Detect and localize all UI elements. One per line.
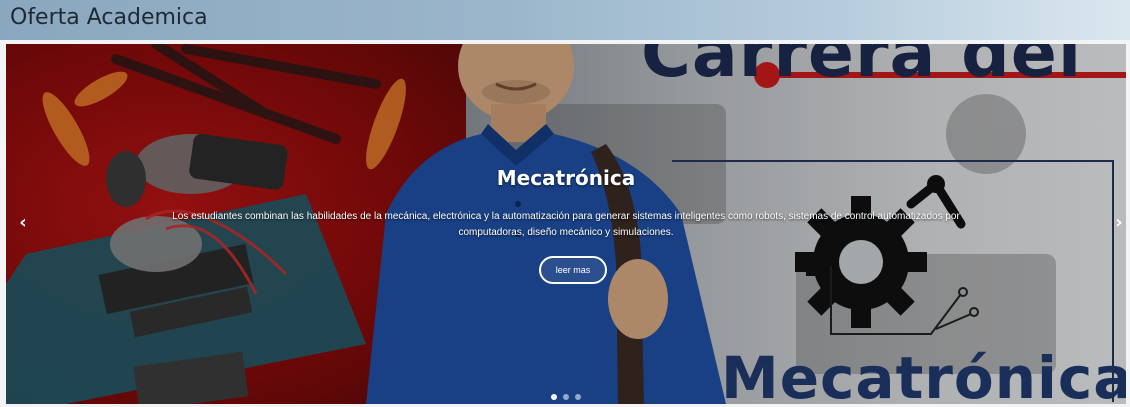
page-title: Oferta Academica bbox=[10, 5, 208, 30]
read-more-button[interactable]: leer mas bbox=[539, 256, 607, 284]
carousel: Carrera del Mecatrónica Mecatrónica Los … bbox=[6, 44, 1126, 404]
page: Oferta Academica Carrera del Mecatrónica… bbox=[0, 0, 1130, 407]
slide-description: Los estudiantes combinan las habilidades… bbox=[172, 211, 960, 238]
chevron-right-icon[interactable]: › bbox=[1110, 212, 1126, 233]
carousel-indicators bbox=[546, 394, 586, 400]
slide-title: Mecatrónica bbox=[496, 166, 636, 190]
carousel-indicator[interactable] bbox=[551, 394, 557, 400]
header-bar: Oferta Academica bbox=[0, 0, 1130, 40]
carousel-indicator[interactable] bbox=[575, 394, 581, 400]
chevron-left-icon[interactable]: ‹ bbox=[14, 212, 32, 233]
carousel-indicator[interactable] bbox=[563, 394, 569, 400]
